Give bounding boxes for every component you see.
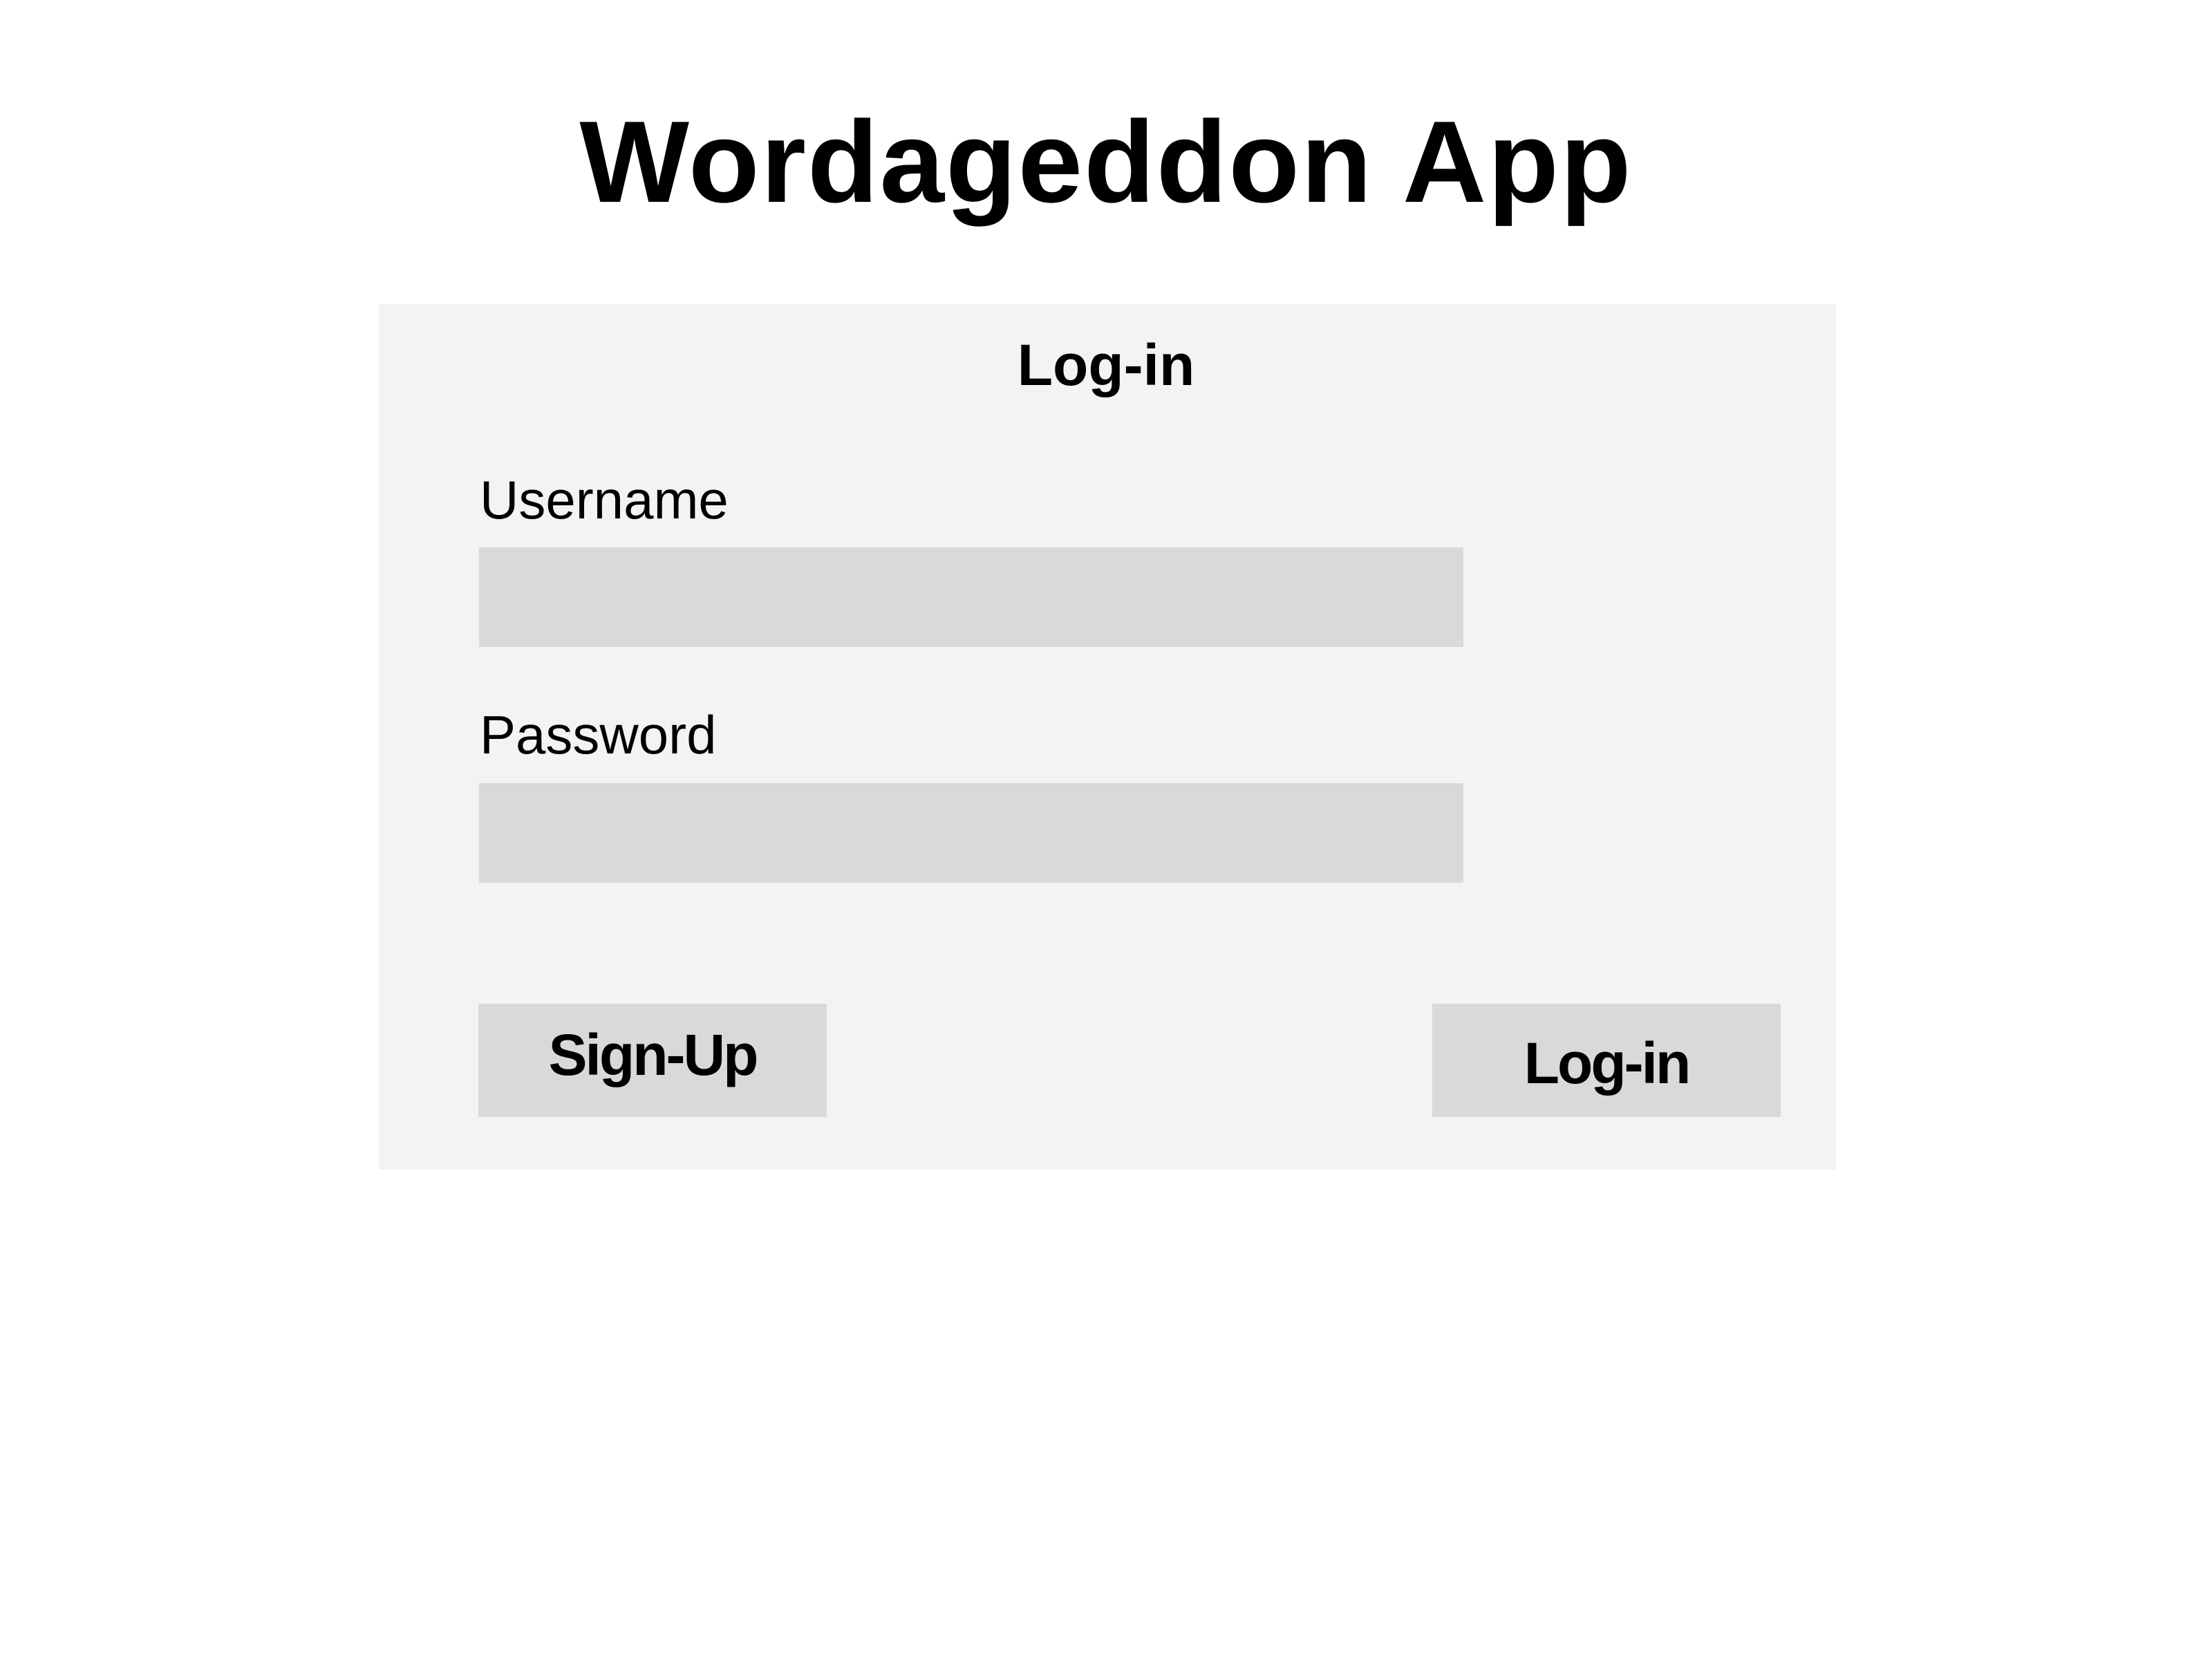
username-input[interactable]: [479, 547, 1463, 647]
username-label: Username: [480, 469, 729, 530]
login-button[interactable]: Log-in: [1432, 1004, 1781, 1117]
password-label: Password: [480, 704, 717, 765]
password-input[interactable]: [479, 783, 1463, 883]
login-button-label: Log-in: [1524, 1030, 1691, 1096]
signup-button-label: Sign-Up: [548, 1022, 759, 1087]
login-heading: Log-in: [1017, 332, 1195, 397]
app-title: Wordageddon App: [579, 97, 1633, 227]
signup-button[interactable]: Sign-Up: [478, 1004, 827, 1117]
